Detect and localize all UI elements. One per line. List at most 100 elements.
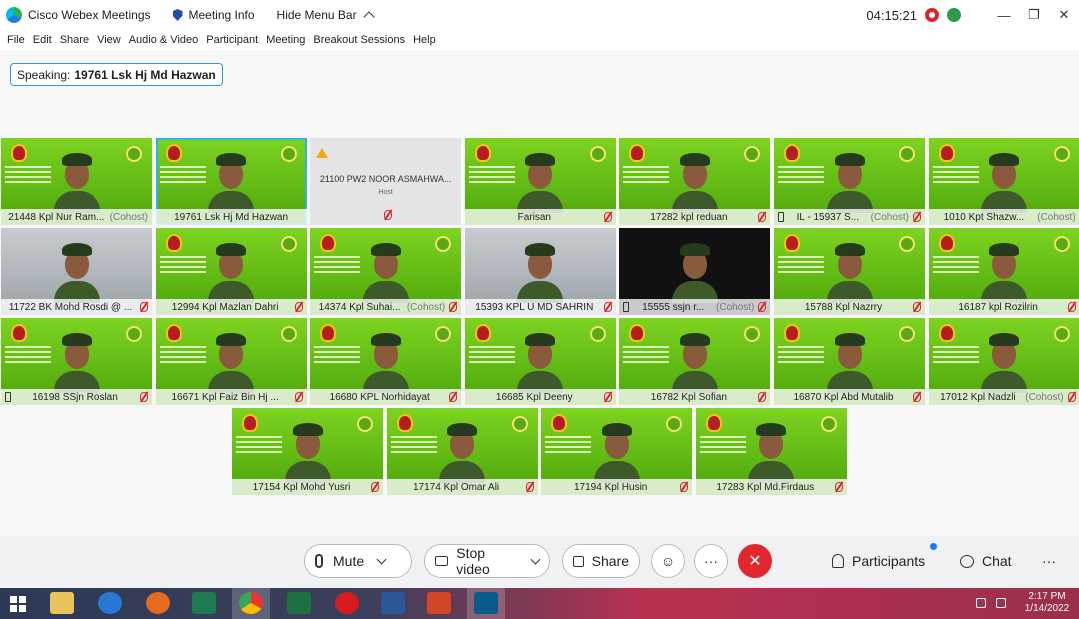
- participant-label: 12994 Kpl Mazlan Dahri: [155, 299, 307, 315]
- participant-name: 21448 Kpl Nur Ram...: [8, 211, 105, 223]
- chrome-icon[interactable]: [239, 592, 263, 614]
- participants-button[interactable]: Participants: [832, 544, 925, 578]
- overflow-menu-button[interactable]: ···: [1042, 544, 1056, 578]
- internet-explorer-icon[interactable]: [98, 592, 122, 614]
- taskbar-time: 2:17 PM: [1028, 591, 1066, 602]
- participant-tile[interactable]: 17282 kpl reduan: [619, 138, 771, 225]
- background-banner: [545, 436, 592, 458]
- badge-emblem-icon: [1053, 146, 1070, 162]
- more-options-button[interactable]: ···: [694, 544, 728, 578]
- background-banner: [159, 346, 206, 368]
- background-banner: [932, 256, 979, 278]
- meeting-info-button[interactable]: Meeting Info: [172, 8, 255, 22]
- participant-tile[interactable]: 15555 ssjn r... (Cohost): [619, 228, 771, 315]
- participant-tile[interactable]: 16671 Kpl Faiz Bin Hj ...: [155, 318, 307, 405]
- participant-tile[interactable]: 15393 KPL U MD SAHRIN: [464, 228, 616, 315]
- participant-tile[interactable]: 17174 Kpl Omar Ali: [386, 408, 538, 495]
- badge-emblem-icon: [820, 416, 837, 432]
- participant-tile[interactable]: 19761 Lsk Hj Md Hazwan: [155, 138, 307, 225]
- file-explorer-icon[interactable]: [50, 592, 74, 614]
- participant-tile[interactable]: IL - 15937 S... (Cohost): [774, 138, 925, 225]
- participant-tile[interactable]: 16187 kpl Rozilrin: [928, 228, 1079, 315]
- participant-label: IL - 15937 S... (Cohost): [774, 209, 925, 225]
- participant-tile[interactable]: 17194 Kpl Husin: [541, 408, 693, 495]
- excel-icon[interactable]: [287, 592, 311, 614]
- maximize-button[interactable]: ❐: [1019, 7, 1049, 23]
- word-icon[interactable]: [381, 592, 405, 614]
- participant-tile[interactable]: 14374 Kpl Suhai... (Cohost): [310, 228, 462, 315]
- hide-menu-bar-button[interactable]: Hide Menu Bar: [277, 8, 375, 23]
- menu-help[interactable]: Help: [413, 34, 436, 46]
- menu-meeting[interactable]: Meeting: [266, 34, 305, 46]
- more-horizontal-icon: ···: [1042, 553, 1056, 569]
- participant-tile[interactable]: 16198 SSjn Roslan: [1, 318, 152, 405]
- participant-tile[interactable]: 21448 Kpl Nur Ram... (Cohost): [1, 138, 152, 225]
- participant-tile[interactable]: 1010 Kpt Shazw... (Cohost): [928, 138, 1079, 225]
- badge-emblem-icon: [899, 236, 915, 252]
- participant-tile[interactable]: 16685 Kpl Deeny: [464, 318, 616, 405]
- menu-participant[interactable]: Participant: [206, 34, 258, 46]
- close-window-button[interactable]: ✕: [1049, 7, 1079, 23]
- chat-button[interactable]: Chat: [960, 544, 1012, 578]
- participant-tile[interactable]: 15788 Kpl Nazrry: [774, 228, 925, 315]
- menu-breakout-sessions[interactable]: Breakout Sessions: [313, 34, 405, 46]
- participant-tile[interactable]: 16870 Kpl Abd Mutalib: [774, 318, 925, 405]
- menu-audio-video[interactable]: Audio & Video: [129, 34, 199, 46]
- muted-mic-icon: [603, 212, 612, 222]
- firefox-icon[interactable]: [146, 592, 170, 614]
- taskbar-clock[interactable]: 2:17 PM 1/14/2022: [1018, 591, 1076, 615]
- reactions-button[interactable]: ☺: [651, 544, 685, 578]
- chevron-down-icon[interactable]: [530, 554, 541, 564]
- participant-tile[interactable]: 16782 Kpl Sofian: [619, 318, 771, 405]
- network-icon[interactable]: [996, 598, 1006, 608]
- chat-icon: [960, 554, 974, 568]
- muted-mic-icon: [449, 392, 458, 402]
- close-icon: ✕: [748, 553, 762, 570]
- badge-emblem-icon: [280, 146, 297, 162]
- military-emblem-icon: [11, 144, 27, 162]
- military-emblem-icon: [165, 324, 182, 342]
- participant-tile[interactable]: Farisan: [464, 138, 616, 225]
- participant-label: 16680 KPL Norhidayat: [310, 389, 462, 405]
- speaker-icon[interactable]: [976, 598, 986, 608]
- participant-name: 16680 KPL Norhidayat: [329, 391, 430, 403]
- background-banner: [468, 166, 515, 188]
- menu-edit[interactable]: Edit: [33, 34, 52, 46]
- participant-tile[interactable]: 17154 Kpl Mohd Yusri: [232, 408, 383, 495]
- participant-tile[interactable]: 21100 PW2 NOOR ASMAHWA... Host: [310, 138, 462, 225]
- participants-notification-badge: [930, 543, 937, 550]
- share-button[interactable]: Share: [562, 544, 640, 578]
- recording-icon[interactable]: [925, 8, 939, 22]
- participant-video: [826, 239, 873, 303]
- participant-video: [208, 329, 255, 393]
- stop-video-button[interactable]: Stop video: [424, 544, 550, 578]
- webex-taskbar-icon[interactable]: [474, 592, 498, 614]
- project-app-icon[interactable]: [192, 592, 216, 614]
- menu-file[interactable]: File: [7, 34, 25, 46]
- network-health-icon[interactable]: [947, 8, 961, 22]
- powerpoint-icon[interactable]: [427, 592, 451, 614]
- chevron-down-icon[interactable]: [376, 554, 387, 564]
- muted-mic-icon: [913, 212, 921, 222]
- participant-name: 16187 kpl Rozilrin: [958, 301, 1038, 313]
- opera-icon[interactable]: [335, 592, 359, 614]
- end-meeting-button[interactable]: ✕: [738, 544, 772, 578]
- military-emblem-icon: [11, 324, 27, 342]
- mute-button[interactable]: Mute: [304, 544, 412, 578]
- menu-share[interactable]: Share: [60, 34, 89, 46]
- participant-tile[interactable]: 11722 BK Mohd Rosdi @ ...: [1, 228, 152, 315]
- minimize-button[interactable]: —: [989, 8, 1019, 23]
- participant-tile[interactable]: 17012 Kpl Nadzli (Cohost): [928, 318, 1079, 405]
- participant-video: [748, 419, 795, 483]
- participant-video: [981, 329, 1028, 393]
- participant-tile[interactable]: 17283 Kpl Md.Firdaus: [695, 408, 847, 495]
- menu-view[interactable]: View: [97, 34, 121, 46]
- windows-start-icon[interactable]: [4, 588, 32, 619]
- background-banner: [159, 256, 206, 278]
- participant-tile[interactable]: 12994 Kpl Mazlan Dahri: [155, 228, 307, 315]
- muted-mic-icon: [758, 392, 767, 402]
- chat-label: Chat: [982, 553, 1012, 569]
- participant-tile[interactable]: 16680 KPL Norhidayat: [310, 318, 462, 405]
- background-banner: [932, 346, 979, 368]
- participant-video: [593, 419, 640, 483]
